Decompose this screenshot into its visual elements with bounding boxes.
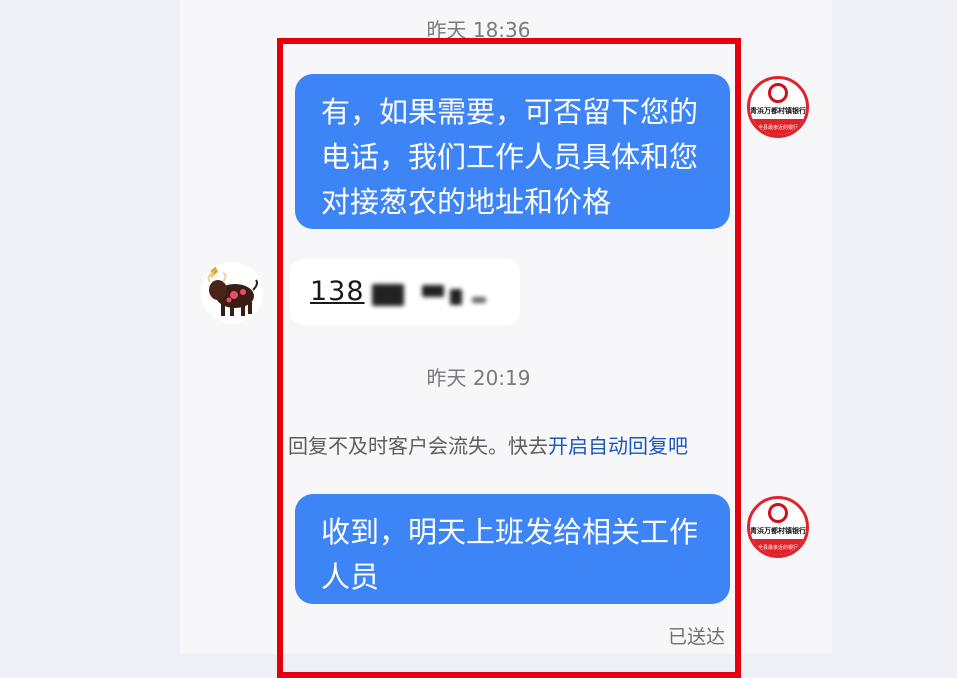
bank-logo-icon: [768, 503, 788, 523]
bank-avatar[interactable]: 青浜万都村镇银行 全县最亲近的银行: [747, 496, 809, 558]
bank-avatar-name: 青浜万都村镇银行: [750, 107, 806, 115]
highlight-frame: [277, 38, 741, 678]
bank-avatar-name: 青浜万都村镇银行: [750, 527, 806, 535]
bank-avatar[interactable]: 青浜万都村镇银行 全县最亲近的银行: [747, 76, 809, 138]
bull-icon: [207, 265, 258, 316]
bank-logo-icon: [768, 83, 788, 103]
user-avatar[interactable]: [201, 262, 263, 324]
